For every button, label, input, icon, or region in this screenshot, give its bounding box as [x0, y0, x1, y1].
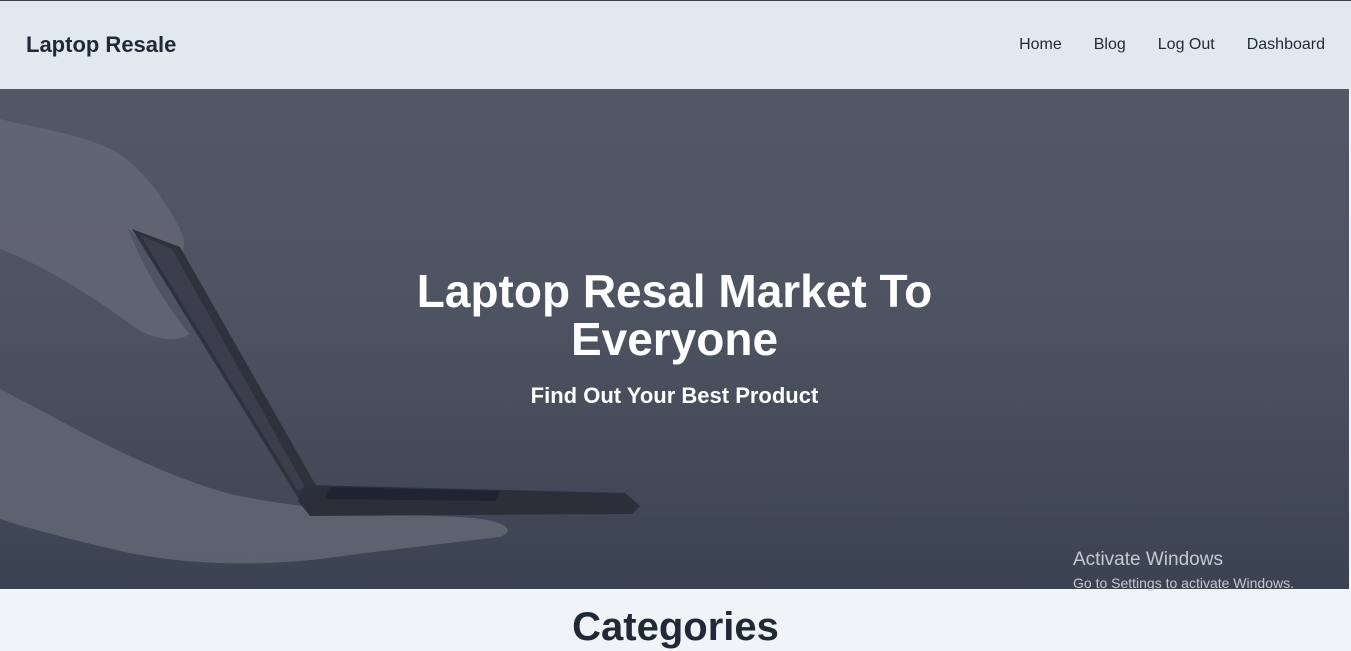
nav-link-dashboard[interactable]: Dashboard	[1247, 36, 1325, 54]
hero-content: Laptop Resal Market To Everyone Find Out…	[0, 267, 1349, 409]
windows-activation-watermark: Activate Windows Go to Settings to activ…	[1073, 548, 1294, 594]
hero-subtitle: Find Out Your Best Product	[530, 383, 819, 408]
nav-link-blog[interactable]: Blog	[1094, 36, 1126, 54]
navbar: Laptop Resale Home Blog Log Out Dashboar…	[0, 1, 1351, 89]
nav-link-log-out[interactable]: Log Out	[1158, 36, 1215, 54]
watermark-title: Activate Windows	[1073, 549, 1223, 570]
hero-banner: Laptop Resal Market To Everyone Find Out…	[0, 89, 1349, 589]
nav-links: Home Blog Log Out Dashboard	[1019, 36, 1325, 54]
hero-title: Laptop Resal Market To Everyone	[416, 265, 933, 365]
watermark-subtitle: Go to Settings to activate Windows.	[1073, 575, 1294, 591]
categories-heading: Categories	[572, 605, 779, 649]
laptop-keyboard-shape	[325, 487, 500, 501]
nav-link-home[interactable]: Home	[1019, 36, 1062, 54]
brand-logo-link[interactable]: Laptop Resale	[26, 32, 176, 58]
